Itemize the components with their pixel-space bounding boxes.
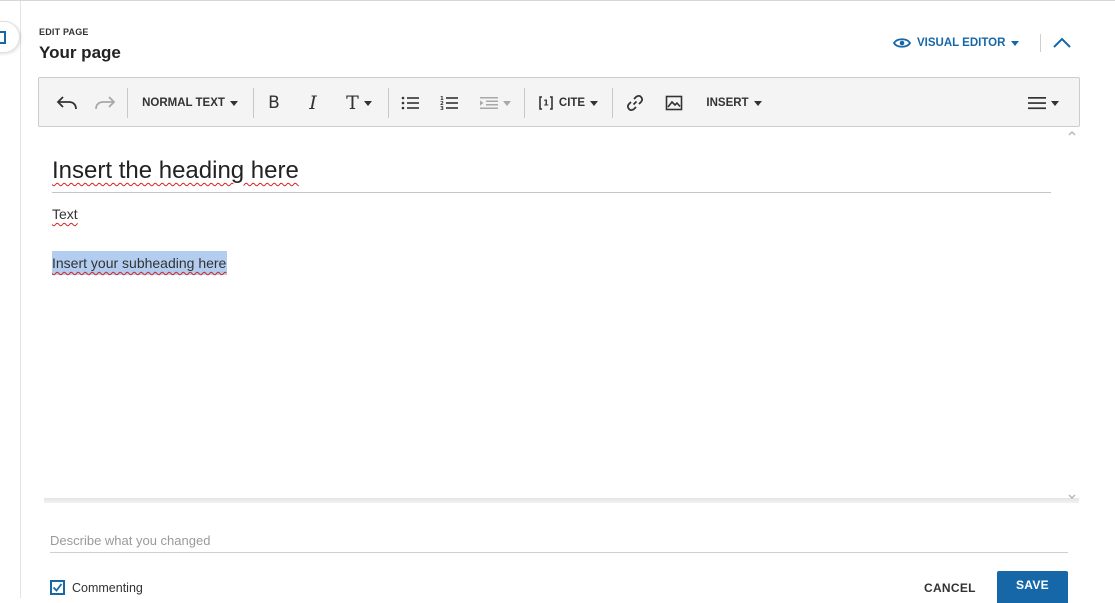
chevron-down-icon [363, 100, 372, 106]
insert-dropdown[interactable]: INSERT [699, 91, 769, 115]
visual-editor-dropdown[interactable]: VISUAL EDITOR [893, 35, 1020, 51]
undo-icon [56, 96, 77, 110]
undo-button[interactable] [53, 91, 81, 115]
toolbar-divider [388, 88, 389, 118]
image-button[interactable] [663, 91, 685, 115]
paragraph-format-label: NORMAL TEXT [142, 97, 225, 109]
header-divider [1040, 34, 1041, 52]
paragraph-format-dropdown[interactable]: NORMAL TEXT [139, 91, 241, 115]
edit-summary-input[interactable] [50, 523, 1068, 553]
chevron-down-icon [1011, 40, 1020, 46]
toolbar-divider [524, 88, 525, 118]
checkmark-icon [52, 583, 63, 592]
svg-text:3: 3 [440, 106, 444, 111]
numbered-list-button[interactable]: 1 2 3 [438, 91, 460, 115]
toolbar-divider [253, 88, 254, 118]
link-icon [626, 94, 644, 112]
scroll-up-icon[interactable] [1067, 128, 1077, 138]
bullet-list-button[interactable] [399, 91, 421, 115]
cite-label: CITE [558, 97, 586, 109]
document-subheading-selected[interactable]: Insert your subheading here [52, 251, 228, 275]
image-icon [665, 95, 683, 111]
insert-label: INSERT [706, 97, 749, 109]
collapse-button[interactable] [1051, 34, 1073, 52]
indent-dropdown[interactable] [477, 91, 513, 115]
document-paragraph[interactable]: Text [52, 206, 78, 222]
commenting-label: Commenting [72, 581, 143, 595]
svg-text:1: 1 [543, 99, 549, 108]
chevron-down-icon [590, 100, 599, 106]
italic-icon: I [309, 92, 317, 114]
edit-page-panel: EDIT PAGE Your page VISUAL EDITOR NORMAL… [0, 0, 1115, 603]
indent-icon [479, 97, 498, 109]
page-options-menu[interactable] [1025, 91, 1061, 115]
eye-icon [893, 38, 911, 48]
commenting-checkbox[interactable] [50, 580, 65, 595]
left-rail [0, 1, 21, 598]
editor-toolbar: NORMAL TEXT B I T 1 2 3 1 CITE INSERT [38, 77, 1080, 127]
numbered-list-icon: 1 2 3 [440, 96, 458, 111]
toolbar-divider [612, 88, 613, 118]
italic-button[interactable]: I [302, 91, 324, 115]
text-style-dropdown[interactable]: T [341, 91, 377, 115]
page-title: Your page [39, 43, 121, 62]
document-heading[interactable]: Insert the heading here [52, 157, 299, 185]
page-label: EDIT PAGE [39, 27, 89, 37]
cite-dropdown[interactable]: 1 CITE [536, 91, 600, 115]
visual-editor-label: VISUAL EDITOR [917, 37, 1006, 49]
chevron-down-icon [502, 100, 511, 106]
chevron-up-icon [1053, 37, 1071, 48]
link-button[interactable] [624, 91, 646, 115]
redo-icon [95, 96, 116, 110]
expand-icon [0, 31, 6, 44]
cancel-button[interactable]: CANCEL [924, 581, 976, 595]
bold-icon: B [268, 93, 280, 113]
save-button[interactable]: SAVE [997, 571, 1068, 603]
heading-divider [52, 192, 1051, 193]
chevron-down-icon [229, 100, 238, 106]
menu-icon [1027, 97, 1046, 110]
toolbar-divider [127, 88, 128, 118]
text-style-icon: T [346, 92, 359, 114]
chevron-down-icon [1050, 100, 1059, 106]
cite-icon: 1 [539, 96, 553, 110]
chevron-down-icon [753, 100, 762, 106]
redo-button[interactable] [91, 91, 119, 115]
bullet-list-icon [401, 96, 419, 110]
bold-button[interactable]: B [263, 91, 285, 115]
